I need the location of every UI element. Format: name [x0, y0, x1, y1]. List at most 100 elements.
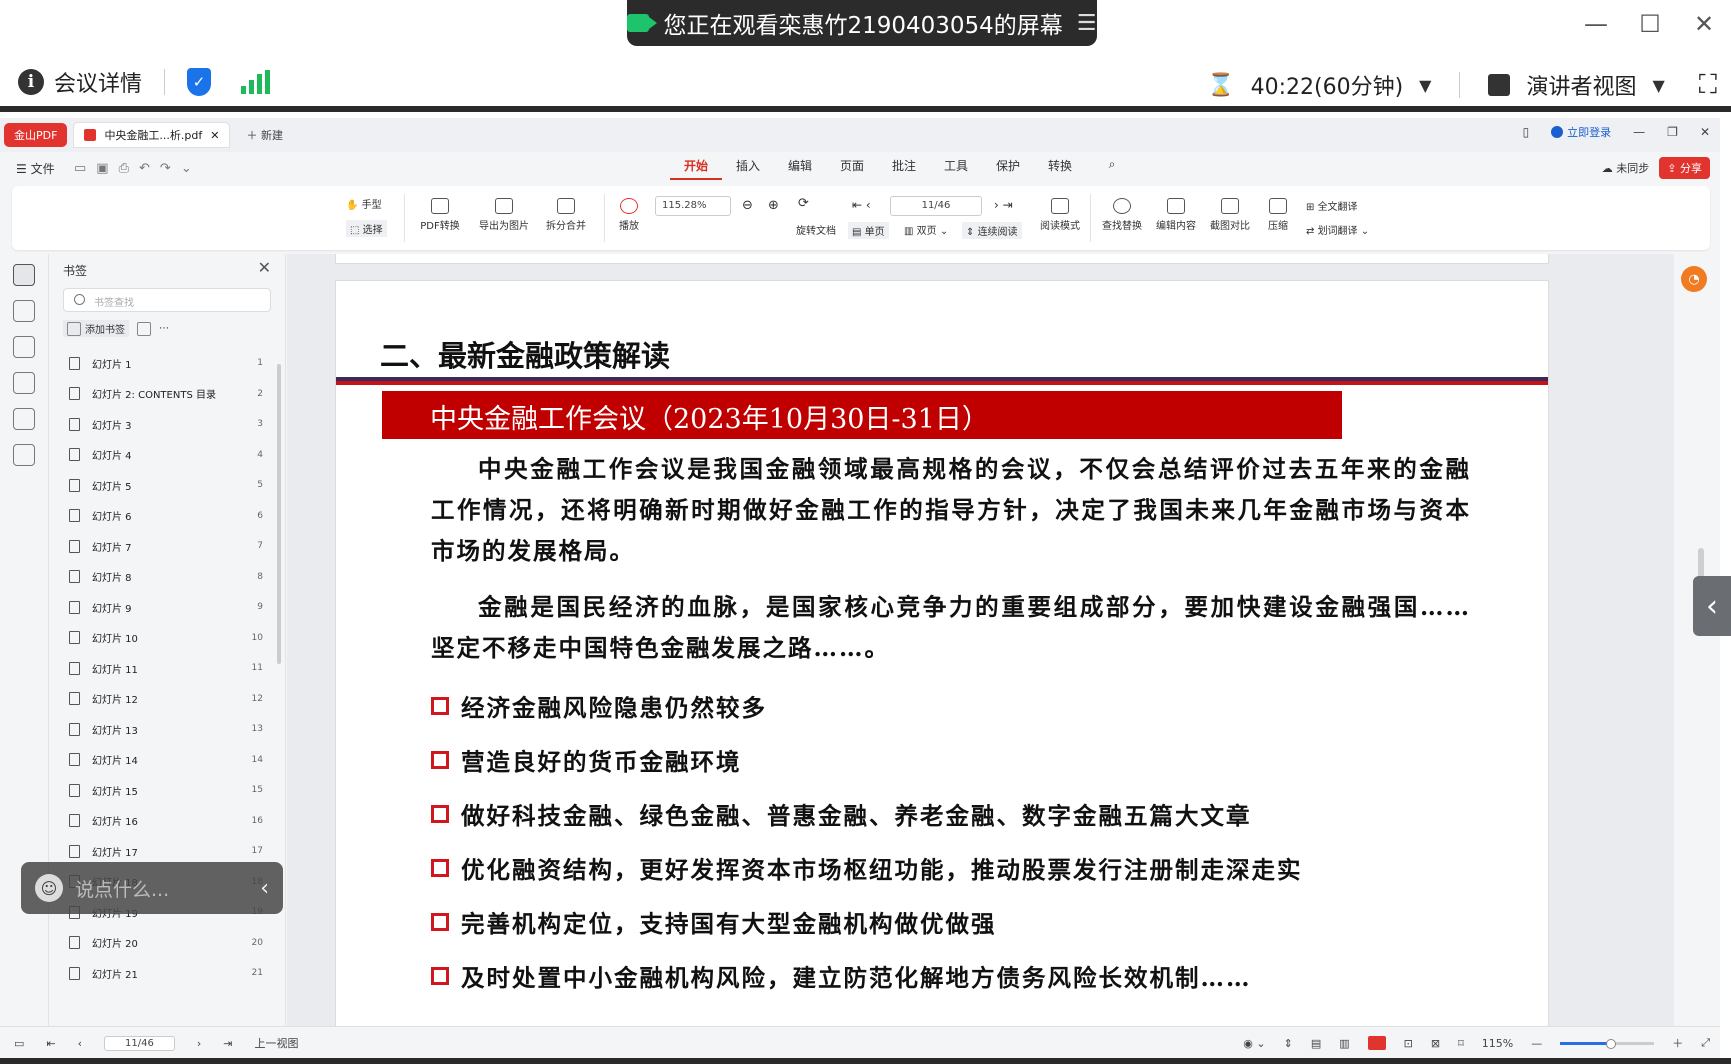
tab-page[interactable]: 页面 — [826, 157, 878, 180]
scrollbar[interactable] — [277, 364, 281, 664]
app-tab[interactable]: 金山PDF — [4, 123, 68, 147]
sync-status[interactable]: ☁ 未同步 — [1602, 160, 1650, 176]
fullscreen-icon[interactable]: ⤢ — [1701, 1036, 1710, 1050]
bookmark-item[interactable]: 幻灯片 14 14 — [69, 745, 269, 776]
new-tab-button[interactable]: ＋ 新建 — [246, 127, 283, 143]
play-button[interactable]: 播放 — [612, 198, 646, 232]
save-icon[interactable]: ▣ — [96, 161, 108, 176]
assistant-badge-icon[interactable]: ◔ — [1681, 266, 1707, 292]
bookmark-search-input[interactable]: 书签查找 — [63, 288, 271, 312]
page-input[interactable]: 11/46 — [890, 196, 982, 216]
eye-icon[interactable]: ◉ ⌄ — [1243, 1037, 1265, 1050]
hand-tool[interactable]: ✋ 手型 — [346, 196, 382, 211]
compress-button[interactable]: 压缩 — [1260, 198, 1296, 232]
first-page-icon[interactable]: ⇤ — [46, 1037, 55, 1050]
comment-icon[interactable] — [13, 336, 35, 358]
tab-protect[interactable]: 保护 — [982, 157, 1034, 180]
undo-icon[interactable]: ↶ — [139, 161, 150, 176]
restore-icon[interactable]: ❐ — [1667, 125, 1678, 139]
tab-annotate[interactable]: 批注 — [878, 157, 930, 180]
screen-share-banner[interactable]: 您正在观看栾惠竹2190403054的屏幕 ☰ — [627, 0, 1097, 46]
tab-tools[interactable]: 工具 — [930, 157, 982, 180]
bookmark-item[interactable]: 幻灯片 3 3 — [69, 409, 269, 440]
bookmark-item[interactable]: 幻灯片 21 21 — [69, 958, 269, 989]
minimize-icon[interactable]: — — [1569, 10, 1623, 38]
bookmark-item[interactable]: 幻灯片 6 6 — [69, 501, 269, 532]
tab-insert[interactable]: 插入 — [722, 157, 774, 180]
phone-icon[interactable]: ▯ — [1523, 125, 1530, 139]
tab-start[interactable]: 开始 — [670, 157, 722, 180]
meeting-timer[interactable]: 40:22(60分钟) — [1251, 69, 1404, 101]
chevron-down-icon[interactable]: ▼ — [1652, 76, 1664, 95]
bookmark-item[interactable]: 幻灯片 5 5 — [69, 470, 269, 501]
full-translate-button[interactable]: ⊞ 全文翻译 — [1306, 198, 1358, 213]
document-view[interactable]: 二、最新金融政策解读 中央金融工作会议（2023年10月30日-31日） 中央金… — [287, 254, 1687, 1026]
add-bookmark-button[interactable]: 添加书签 — [63, 320, 129, 337]
layers-icon[interactable] — [13, 444, 35, 466]
chevron-left-icon[interactable]: ‹ — [260, 876, 269, 901]
prev-view-button[interactable]: 上一视图 — [254, 1035, 298, 1051]
zoom-slider[interactable] — [1560, 1038, 1655, 1049]
collapse-panel-button[interactable]: ‹ — [1693, 576, 1731, 636]
delete-icon[interactable] — [137, 321, 151, 336]
document-tab[interactable]: 中央金融工...析.pdf ✕ — [73, 122, 231, 148]
close-icon[interactable]: ✕ — [1677, 10, 1731, 38]
share-button[interactable]: ⇪ 分享 — [1659, 157, 1710, 179]
presenter-view-button[interactable]: 演讲者视图 — [1526, 69, 1636, 101]
thumbnail-icon[interactable] — [13, 300, 35, 322]
chevron-down-icon[interactable]: ⌄ — [181, 161, 192, 176]
bookmark-icon[interactable]: ⌑ — [1458, 1037, 1464, 1050]
bookmark-item[interactable]: 幻灯片 16 16 — [69, 806, 269, 837]
emoji-icon[interactable]: ☺ — [35, 874, 63, 902]
signature-icon[interactable] — [13, 408, 35, 430]
bookmark-panel-icon[interactable] — [13, 264, 35, 286]
bookmark-item[interactable]: 幻灯片 4 4 — [69, 440, 269, 471]
reading-mode-button[interactable]: 阅读模式 — [1036, 198, 1084, 232]
zoom-value[interactable]: 115% — [1482, 1037, 1513, 1050]
edit-content-button[interactable]: 编辑内容 — [1152, 198, 1200, 232]
zoom-out-icon[interactable]: — — [1531, 1037, 1542, 1050]
export-image-button[interactable]: 导出为图片 — [474, 198, 534, 232]
fit-page-icon[interactable]: ⊠ — [1431, 1037, 1440, 1050]
last-page-icon[interactable]: › ⇥ — [994, 198, 1013, 212]
close-icon[interactable]: ✕ — [1700, 125, 1710, 139]
single-page-button[interactable]: ▤ 单页 — [848, 222, 889, 239]
signal-strength-icon[interactable] — [241, 70, 271, 94]
next-page-icon[interactable]: › — [197, 1037, 201, 1050]
zoom-out-icon[interactable]: ⊖ — [742, 198, 753, 213]
first-page-icon[interactable]: ⇤ ‹ — [852, 198, 871, 212]
print-icon[interactable]: ⎙ — [119, 161, 129, 176]
security-shield-icon[interactable]: ✓ — [187, 68, 212, 96]
single-page-icon[interactable]: ▤ — [1311, 1037, 1321, 1050]
screenshot-compare-button[interactable]: 截图对比 — [1206, 198, 1254, 232]
zoom-in-icon[interactable]: ＋ — [1672, 1035, 1683, 1051]
tab-convert[interactable]: 转换 — [1034, 157, 1086, 180]
bookmark-item[interactable]: 幻灯片 11 11 — [69, 653, 269, 684]
bookmark-item[interactable]: 幻灯片 1 1 — [69, 348, 269, 379]
bookmark-item[interactable]: 幻灯片 2: CONTENTS 目录 2 — [69, 379, 269, 410]
login-button[interactable]: 立即登录 — [1551, 124, 1611, 140]
bookmark-item[interactable]: 幻灯片 9 9 — [69, 592, 269, 623]
bookmark-item[interactable]: 幻灯片 8 8 — [69, 562, 269, 593]
fit-width-icon[interactable]: ⊡ — [1404, 1037, 1413, 1050]
tab-edit[interactable]: 编辑 — [774, 157, 826, 180]
bookmark-item[interactable]: 幻灯片 13 13 — [69, 714, 269, 745]
maximize-icon[interactable]: ☐ — [1623, 10, 1677, 38]
more-icon[interactable]: ⋯ — [159, 323, 169, 334]
sidebar-toggle-icon[interactable]: ▭ — [14, 1037, 24, 1050]
bookmark-item[interactable]: 幻灯片 10 10 — [69, 623, 269, 654]
menu-icon[interactable]: ☰ — [1077, 11, 1097, 36]
open-icon[interactable]: ▭ — [74, 161, 86, 176]
bookmark-item[interactable]: 幻灯片 12 12 — [69, 684, 269, 715]
redo-icon[interactable]: ↷ — [160, 161, 171, 176]
prev-page-icon[interactable]: ‹ — [78, 1037, 82, 1050]
status-page-input[interactable]: 11/46 — [104, 1035, 175, 1051]
close-icon[interactable]: ✕ — [258, 258, 271, 277]
attachment-icon[interactable] — [13, 372, 35, 394]
zoom-in-icon[interactable]: ⊕ — [768, 198, 779, 213]
word-translate-button[interactable]: ⇄ 划词翻译 ⌄ — [1306, 222, 1369, 237]
info-icon[interactable]: i — [18, 69, 44, 95]
file-menu[interactable]: ☰ 文件 — [16, 160, 55, 177]
chat-input[interactable]: ☺ 说点什么... ‹ — [21, 862, 283, 914]
find-replace-button[interactable]: 查找替换 — [1098, 198, 1146, 232]
